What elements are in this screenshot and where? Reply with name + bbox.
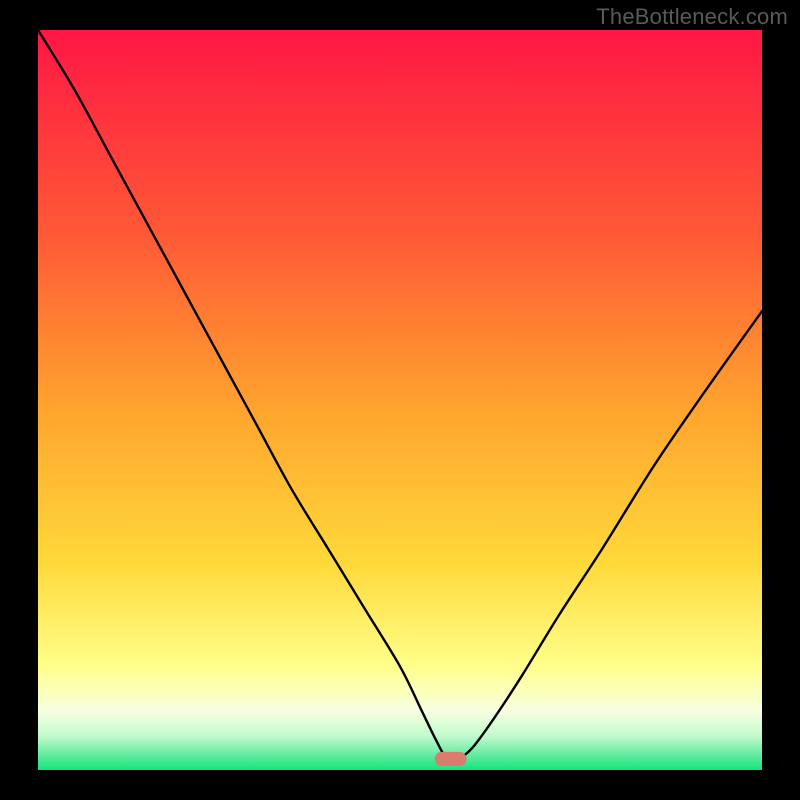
watermark-text: TheBottleneck.com [596, 4, 788, 30]
gradient-background [38, 30, 762, 770]
bottleneck-chart [38, 30, 762, 770]
chart-frame: TheBottleneck.com [0, 0, 800, 800]
plot-area [38, 30, 762, 770]
optimal-marker [435, 752, 467, 766]
